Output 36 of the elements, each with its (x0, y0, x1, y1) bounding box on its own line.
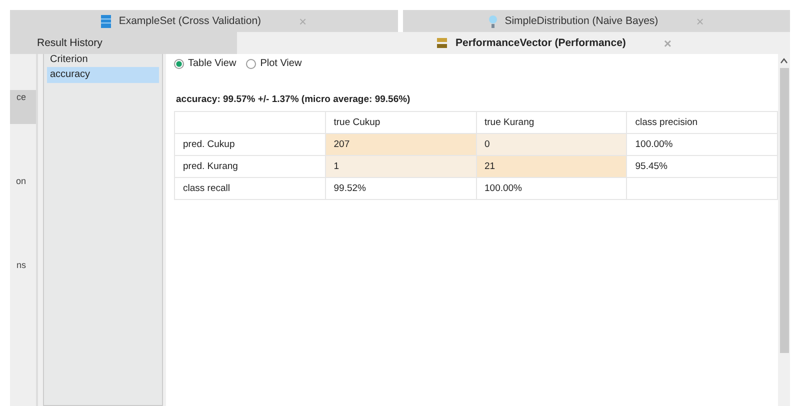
accuracy-summary: accuracy: 99.57% +/- 1.37% (micro average: 99.56%) (176, 94, 412, 105)
document-tab[interactable]: ExampleSet (Cross Validation) × (10, 10, 398, 32)
table-cell: class recall (174, 178, 326, 200)
column-header: class precision (626, 112, 778, 134)
scroll-thumb[interactable] (780, 68, 788, 353)
sidebar-item[interactable]: ns (10, 258, 36, 292)
table-cell: 99.52% (325, 178, 476, 200)
table-cell: 207 (325, 134, 476, 156)
table-cell: 95.45% (626, 156, 778, 178)
criterion-item[interactable]: accuracy (47, 67, 159, 83)
view-radio[interactable]: Plot View (246, 58, 302, 69)
table-cell: 0 (476, 134, 627, 156)
table-cell: 21 (476, 156, 627, 178)
lightbulb-icon (488, 14, 497, 28)
tab-label: ExampleSet (Cross Validation) (118, 15, 262, 27)
view-radio[interactable]: Table View (174, 58, 236, 69)
radio-icon[interactable] (174, 58, 184, 68)
result-tab[interactable]: Result History (10, 32, 237, 54)
radio-icon[interactable] (246, 58, 256, 68)
sidebar-item[interactable]: on (10, 174, 36, 208)
column-header: true Cukup (325, 112, 476, 134)
tab-label: SimpleDistribution (Naive Bayes) (504, 15, 658, 27)
scroll-up-icon[interactable] (780, 58, 788, 64)
sidebar-item[interactable]: ce (10, 90, 36, 124)
tab-label: PerformanceVector (Performance) (456, 37, 626, 49)
table-cell: pred. Kurang (174, 156, 326, 178)
table-cell: 100.00% (476, 178, 627, 200)
table-cell: 1 (325, 156, 476, 178)
result-tab[interactable]: PerformanceVector (Performance) × (237, 32, 790, 54)
table-cell: pred. Cukup (174, 134, 326, 156)
document-tab[interactable]: SimpleDistribution (Naive Bayes) × (402, 10, 790, 32)
column-header: true Kurang (476, 112, 627, 134)
tab-label: Result History (37, 37, 102, 49)
performance-icon (436, 37, 448, 49)
table-icon (100, 14, 111, 28)
table-cell: 100.00% (626, 134, 778, 156)
